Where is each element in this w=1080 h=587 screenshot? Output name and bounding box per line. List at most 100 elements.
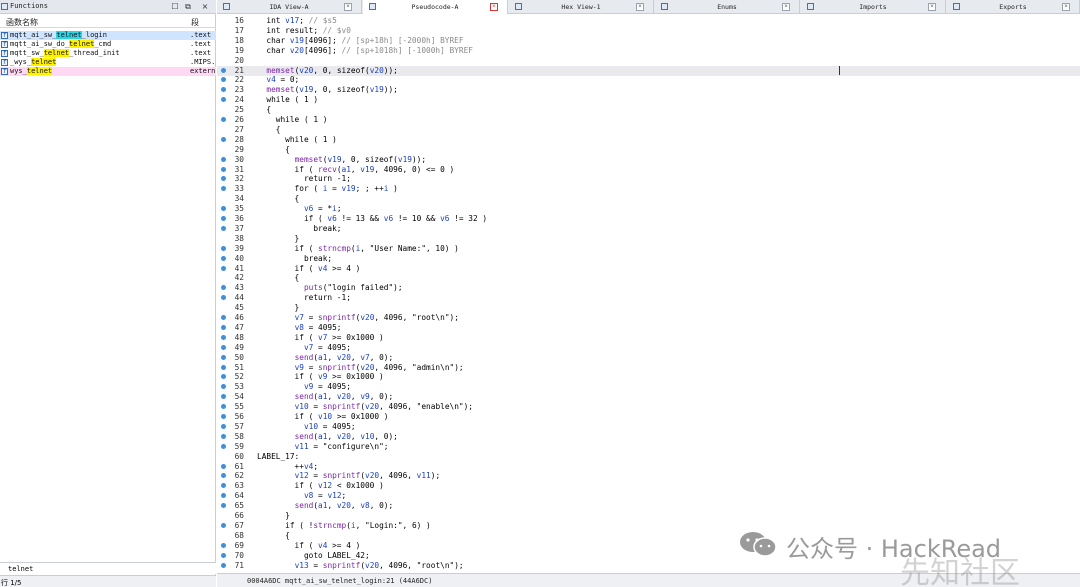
tab-hex-view-1[interactable]: Hex View-1 × bbox=[509, 0, 654, 14]
breakpoint-dot-icon[interactable] bbox=[221, 206, 226, 212]
breakpoint-dot-icon[interactable] bbox=[221, 503, 226, 509]
tab-close-icon[interactable]: × bbox=[344, 3, 352, 11]
code-line[interactable]: 22 v4 = 0; bbox=[217, 75, 1080, 85]
breakpoint-dot-icon[interactable] bbox=[221, 384, 226, 390]
code-line[interactable]: 35 v6 = *i; bbox=[217, 204, 1080, 214]
code-line[interactable]: 45 } bbox=[217, 303, 1080, 313]
code-line[interactable]: 59 v11 = "configure\n"; bbox=[217, 442, 1080, 452]
code-line[interactable]: 50 send(a1, v20, v7, 0); bbox=[217, 353, 1080, 363]
code-line[interactable]: 31 if ( recv(a1, v19, 4096, 0) <= 0 ) bbox=[217, 165, 1080, 175]
column-function-name[interactable]: 函数名称 bbox=[6, 17, 38, 28]
tab-enums[interactable]: Enums × bbox=[655, 0, 800, 14]
tab-pseudocode-a[interactable]: Pseudocode-A × bbox=[363, 0, 508, 14]
code-line[interactable]: 33 for ( i = v19; ; ++i ) bbox=[217, 184, 1080, 194]
code-line[interactable]: 17 int result; // $v0 bbox=[217, 26, 1080, 36]
code-line[interactable]: 36 if ( v6 != 13 && v6 != 10 && v6 != 32… bbox=[217, 214, 1080, 224]
breakpoint-dot-icon[interactable] bbox=[221, 117, 226, 122]
breakpoint-dot-icon[interactable] bbox=[221, 404, 226, 410]
code-line[interactable]: 32 return -1; bbox=[217, 174, 1080, 184]
breakpoint-dot-icon[interactable] bbox=[221, 552, 226, 558]
breakpoint-dot-icon[interactable] bbox=[221, 433, 226, 439]
breakpoint-dot-icon[interactable] bbox=[221, 255, 226, 261]
code-line[interactable]: 53 v9 = 4095; bbox=[217, 382, 1080, 392]
tab-close-icon[interactable]: × bbox=[490, 3, 498, 11]
tab-close-icon[interactable]: × bbox=[928, 3, 936, 11]
code-line[interactable]: 25 { bbox=[217, 105, 1080, 115]
breakpoint-dot-icon[interactable] bbox=[221, 176, 226, 182]
code-line[interactable]: 20 bbox=[217, 56, 1080, 66]
breakpoint-dot-icon[interactable] bbox=[221, 265, 226, 271]
code-line[interactable]: 40 break; bbox=[217, 254, 1080, 264]
code-line[interactable]: 57 v10 = 4095; bbox=[217, 422, 1080, 432]
breakpoint-dot-icon[interactable] bbox=[221, 295, 226, 301]
minimize-icon[interactable]: ☐ bbox=[170, 2, 180, 12]
breakpoint-dot-icon[interactable] bbox=[221, 463, 226, 469]
float-icon[interactable]: ⧉ bbox=[183, 2, 193, 12]
code-line[interactable]: 64 v8 = v12; bbox=[217, 491, 1080, 501]
breakpoint-dot-icon[interactable] bbox=[221, 245, 226, 251]
function-row[interactable]: f mqtt_ai_sw_do_telnet_cmd .text bbox=[0, 40, 216, 49]
code-line[interactable]: 47 v8 = 4095; bbox=[217, 323, 1080, 333]
code-line[interactable]: 23 memset(v19, 0, sizeof(v19)); bbox=[217, 85, 1080, 95]
code-line[interactable]: 27 { bbox=[217, 125, 1080, 135]
tab-close-icon[interactable]: × bbox=[636, 3, 644, 11]
breakpoint-dot-icon[interactable] bbox=[221, 186, 226, 192]
code-line[interactable]: 63 if ( v12 < 0x1000 ) bbox=[217, 481, 1080, 491]
breakpoint-dot-icon[interactable] bbox=[221, 473, 226, 479]
code-line[interactable]: 39 if ( strncmp(i, "User Name:", 10) ) bbox=[217, 244, 1080, 254]
breakpoint-dot-icon[interactable] bbox=[221, 225, 226, 231]
code-line[interactable]: 66 } bbox=[217, 511, 1080, 521]
code-line[interactable]: 43 puts("login failed"); bbox=[217, 283, 1080, 293]
breakpoint-dot-icon[interactable] bbox=[221, 394, 226, 400]
code-line[interactable]: 54 send(a1, v20, v9, 0); bbox=[217, 392, 1080, 402]
code-line[interactable]: 65 send(a1, v20, v8, 0); bbox=[217, 501, 1080, 511]
code-line[interactable]: 19 char v20[4096]; // [sp+1018h] [-1000h… bbox=[217, 46, 1080, 56]
code-line[interactable]: 16 int v17; // $s5 bbox=[217, 16, 1080, 26]
breakpoint-dot-icon[interactable] bbox=[221, 156, 226, 162]
code-line[interactable]: 61 ++v4; bbox=[217, 462, 1080, 472]
code-line[interactable]: 42 { bbox=[217, 273, 1080, 283]
code-line[interactable]: 48 if ( v7 >= 0x1000 ) bbox=[217, 333, 1080, 343]
breakpoint-dot-icon[interactable] bbox=[221, 77, 226, 83]
code-line[interactable]: 28 while ( 1 ) bbox=[217, 135, 1080, 145]
code-line[interactable]: 56 if ( v10 >= 0x1000 ) bbox=[217, 412, 1080, 422]
breakpoint-dot-icon[interactable] bbox=[221, 67, 226, 73]
functions-search-input[interactable]: telnet bbox=[8, 565, 33, 573]
breakpoint-dot-icon[interactable] bbox=[221, 166, 226, 172]
breakpoint-dot-icon[interactable] bbox=[221, 414, 226, 419]
breakpoint-dot-icon[interactable] bbox=[221, 334, 226, 340]
breakpoint-dot-icon[interactable] bbox=[221, 443, 226, 449]
code-line[interactable]: 52 if ( v9 >= 0x1000 ) bbox=[217, 372, 1080, 382]
code-line[interactable]: 41 if ( v4 >= 4 ) bbox=[217, 264, 1080, 274]
tab-imports[interactable]: Imports × bbox=[801, 0, 946, 14]
breakpoint-dot-icon[interactable] bbox=[221, 87, 226, 93]
breakpoint-dot-icon[interactable] bbox=[221, 374, 226, 380]
breakpoint-dot-icon[interactable] bbox=[221, 562, 226, 568]
code-line[interactable]: 24 while ( 1 ) bbox=[217, 95, 1080, 105]
tab-close-icon[interactable]: × bbox=[1062, 3, 1070, 11]
breakpoint-dot-icon[interactable] bbox=[221, 522, 226, 528]
code-line[interactable]: 44 return -1; bbox=[217, 293, 1080, 303]
breakpoint-dot-icon[interactable] bbox=[221, 354, 226, 360]
code-line[interactable]: 18 char v19[4096]; // [sp+18h] [-2000h] … bbox=[217, 36, 1080, 46]
breakpoint-dot-icon[interactable] bbox=[221, 344, 226, 350]
tab-ida-view-a[interactable]: IDA View-A × bbox=[217, 0, 362, 14]
breakpoint-dot-icon[interactable] bbox=[221, 97, 226, 103]
breakpoint-dot-icon[interactable] bbox=[221, 423, 226, 429]
breakpoint-dot-icon[interactable] bbox=[221, 483, 226, 489]
column-segment[interactable]: 段 bbox=[191, 17, 199, 28]
tab-close-icon[interactable]: × bbox=[782, 3, 790, 11]
breakpoint-dot-icon[interactable] bbox=[221, 315, 226, 320]
code-line[interactable]: 46 v7 = snprintf(v20, 4096, "root\n"); bbox=[217, 313, 1080, 323]
code-line[interactable]: 49 v7 = 4095; bbox=[217, 343, 1080, 353]
code-line[interactable]: 29 { bbox=[217, 145, 1080, 155]
code-line[interactable]: 30 memset(v19, 0, sizeof(v19)); bbox=[217, 155, 1080, 165]
functions-search-bar[interactable]: telnet bbox=[0, 562, 216, 574]
breakpoint-dot-icon[interactable] bbox=[221, 364, 226, 370]
function-row[interactable]: f mqtt_sw_telnet_thread_init .text bbox=[0, 49, 216, 58]
code-line[interactable]: 51 v9 = snprintf(v20, 4096, "admin\n"); bbox=[217, 363, 1080, 373]
function-row[interactable]: f wys_telnet extern bbox=[0, 67, 216, 76]
breakpoint-dot-icon[interactable] bbox=[221, 542, 226, 548]
code-line[interactable]: 21 memset(v20, 0, sizeof(v20)); bbox=[217, 65, 1080, 76]
close-icon[interactable]: × bbox=[200, 2, 210, 12]
